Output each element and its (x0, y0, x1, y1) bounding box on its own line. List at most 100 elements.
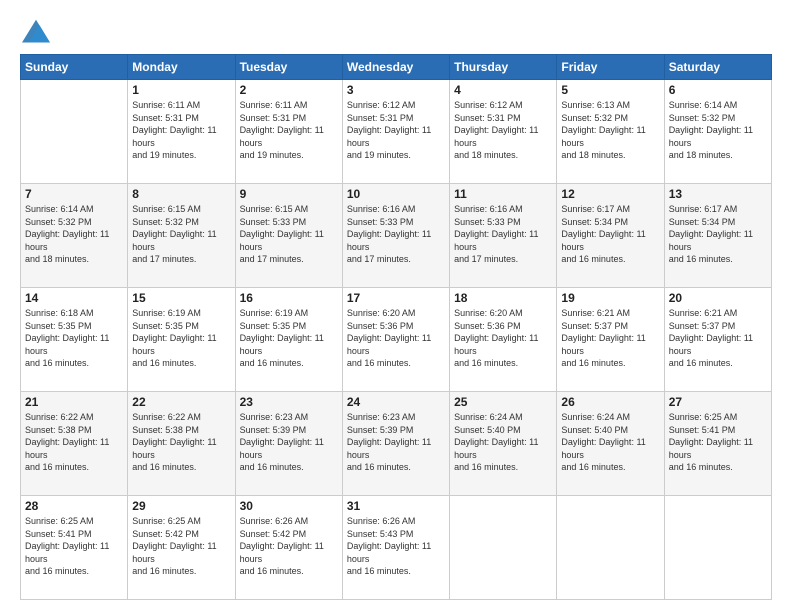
day-number: 5 (561, 83, 659, 97)
calendar-header-wednesday: Wednesday (342, 55, 449, 80)
logo (20, 18, 56, 46)
calendar-header-friday: Friday (557, 55, 664, 80)
day-number: 17 (347, 291, 445, 305)
day-number: 28 (25, 499, 123, 513)
day-info: Sunrise: 6:11 AMSunset: 5:31 PMDaylight:… (132, 99, 230, 162)
calendar-cell: 10 Sunrise: 6:16 AMSunset: 5:33 PMDayligh… (342, 184, 449, 288)
day-number: 25 (454, 395, 552, 409)
day-info: Sunrise: 6:17 AMSunset: 5:34 PMDaylight:… (669, 203, 767, 266)
day-number: 24 (347, 395, 445, 409)
calendar-cell: 1 Sunrise: 6:11 AMSunset: 5:31 PMDaylight… (128, 80, 235, 184)
day-info: Sunrise: 6:24 AMSunset: 5:40 PMDaylight:… (454, 411, 552, 474)
day-number: 14 (25, 291, 123, 305)
calendar-cell: 2 Sunrise: 6:11 AMSunset: 5:31 PMDaylight… (235, 80, 342, 184)
calendar-cell: 14 Sunrise: 6:18 AMSunset: 5:35 PMDayligh… (21, 288, 128, 392)
day-info: Sunrise: 6:19 AMSunset: 5:35 PMDaylight:… (240, 307, 338, 370)
day-info: Sunrise: 6:25 AMSunset: 5:41 PMDaylight:… (669, 411, 767, 474)
calendar-table: SundayMondayTuesdayWednesdayThursdayFrid… (20, 54, 772, 600)
calendar-cell (664, 496, 771, 600)
calendar-cell: 17 Sunrise: 6:20 AMSunset: 5:36 PMDayligh… (342, 288, 449, 392)
calendar-week-1: 7Sunrise: 6:14 AMSunset: 5:32 PMDaylight… (21, 184, 772, 288)
day-number: 21 (25, 395, 123, 409)
day-number: 30 (240, 499, 338, 513)
calendar-cell: 27Sunrise: 6:25 AMSunset: 5:41 PMDayligh… (664, 392, 771, 496)
calendar-cell: 19 Sunrise: 6:21 AMSunset: 5:37 PMDayligh… (557, 288, 664, 392)
calendar-cell: 18 Sunrise: 6:20 AMSunset: 5:36 PMDayligh… (450, 288, 557, 392)
calendar-cell: 29 Sunrise: 6:25 AMSunset: 5:42 PMDayligh… (128, 496, 235, 600)
day-number: 13 (669, 187, 767, 201)
calendar-header-sunday: Sunday (21, 55, 128, 80)
calendar-week-4: 28Sunrise: 6:25 AMSunset: 5:41 PMDayligh… (21, 496, 772, 600)
calendar-cell: 11 Sunrise: 6:16 AMSunset: 5:33 PMDayligh… (450, 184, 557, 288)
day-info: Sunrise: 6:21 AMSunset: 5:37 PMDaylight:… (561, 307, 659, 370)
day-info: Sunrise: 6:18 AMSunset: 5:35 PMDaylight:… (25, 307, 123, 370)
day-info: Sunrise: 6:22 AMSunset: 5:38 PMDaylight:… (132, 411, 230, 474)
day-info: Sunrise: 6:17 AMSunset: 5:34 PMDaylight:… (561, 203, 659, 266)
day-number: 4 (454, 83, 552, 97)
day-info: Sunrise: 6:12 AMSunset: 5:31 PMDaylight:… (454, 99, 552, 162)
day-number: 12 (561, 187, 659, 201)
calendar-cell: 15Sunrise: 6:19 AMSunset: 5:35 PMDayligh… (128, 288, 235, 392)
day-number: 2 (240, 83, 338, 97)
day-info: Sunrise: 6:21 AMSunset: 5:37 PMDaylight:… (669, 307, 767, 370)
day-info: Sunrise: 6:14 AMSunset: 5:32 PMDaylight:… (669, 99, 767, 162)
day-info: Sunrise: 6:15 AMSunset: 5:33 PMDaylight:… (240, 203, 338, 266)
day-info: Sunrise: 6:20 AMSunset: 5:36 PMDaylight:… (454, 307, 552, 370)
day-info: Sunrise: 6:16 AMSunset: 5:33 PMDaylight:… (347, 203, 445, 266)
calendar-header-monday: Monday (128, 55, 235, 80)
day-number: 19 (561, 291, 659, 305)
day-number: 29 (132, 499, 230, 513)
day-info: Sunrise: 6:19 AMSunset: 5:35 PMDaylight:… (132, 307, 230, 370)
calendar-cell: 30 Sunrise: 6:26 AMSunset: 5:42 PMDayligh… (235, 496, 342, 600)
day-number: 8 (132, 187, 230, 201)
day-info: Sunrise: 6:12 AMSunset: 5:31 PMDaylight:… (347, 99, 445, 162)
logo-icon (20, 18, 52, 46)
calendar-cell: 23 Sunrise: 6:23 AMSunset: 5:39 PMDayligh… (235, 392, 342, 496)
day-info: Sunrise: 6:22 AMSunset: 5:38 PMDaylight:… (25, 411, 123, 474)
day-info: Sunrise: 6:15 AMSunset: 5:32 PMDaylight:… (132, 203, 230, 266)
day-info: Sunrise: 6:23 AMSunset: 5:39 PMDaylight:… (347, 411, 445, 474)
calendar-cell: 7Sunrise: 6:14 AMSunset: 5:32 PMDaylight… (21, 184, 128, 288)
day-number: 26 (561, 395, 659, 409)
day-number: 20 (669, 291, 767, 305)
day-number: 11 (454, 187, 552, 201)
day-number: 9 (240, 187, 338, 201)
day-info: Sunrise: 6:26 AMSunset: 5:42 PMDaylight:… (240, 515, 338, 578)
day-info: Sunrise: 6:26 AMSunset: 5:43 PMDaylight:… (347, 515, 445, 578)
day-info: Sunrise: 6:11 AMSunset: 5:31 PMDaylight:… (240, 99, 338, 162)
day-number: 6 (669, 83, 767, 97)
day-number: 10 (347, 187, 445, 201)
day-number: 1 (132, 83, 230, 97)
calendar-cell: 21 Sunrise: 6:22 AMSunset: 5:38 PMDayligh… (21, 392, 128, 496)
calendar-cell: 28Sunrise: 6:25 AMSunset: 5:41 PMDayligh… (21, 496, 128, 600)
calendar-cell: 16Sunrise: 6:19 AMSunset: 5:35 PMDayligh… (235, 288, 342, 392)
calendar-header-row: SundayMondayTuesdayWednesdayThursdayFrid… (21, 55, 772, 80)
day-info: Sunrise: 6:23 AMSunset: 5:39 PMDaylight:… (240, 411, 338, 474)
day-number: 31 (347, 499, 445, 513)
day-number: 18 (454, 291, 552, 305)
calendar-week-0: 1 Sunrise: 6:11 AMSunset: 5:31 PMDaylight… (21, 80, 772, 184)
header (20, 18, 772, 46)
calendar-cell (557, 496, 664, 600)
day-info: Sunrise: 6:13 AMSunset: 5:32 PMDaylight:… (561, 99, 659, 162)
calendar-week-2: 14 Sunrise: 6:18 AMSunset: 5:35 PMDayligh… (21, 288, 772, 392)
calendar-header-saturday: Saturday (664, 55, 771, 80)
calendar-cell: 3Sunrise: 6:12 AMSunset: 5:31 PMDaylight… (342, 80, 449, 184)
calendar-cell: 31 Sunrise: 6:26 AMSunset: 5:43 PMDayligh… (342, 496, 449, 600)
day-info: Sunrise: 6:20 AMSunset: 5:36 PMDaylight:… (347, 307, 445, 370)
day-info: Sunrise: 6:25 AMSunset: 5:42 PMDaylight:… (132, 515, 230, 578)
day-number: 22 (132, 395, 230, 409)
calendar-cell: 4 Sunrise: 6:12 AMSunset: 5:31 PMDaylight… (450, 80, 557, 184)
calendar-cell: 25 Sunrise: 6:24 AMSunset: 5:40 PMDayligh… (450, 392, 557, 496)
day-number: 23 (240, 395, 338, 409)
calendar-cell: 6 Sunrise: 6:14 AMSunset: 5:32 PMDaylight… (664, 80, 771, 184)
page: SundayMondayTuesdayWednesdayThursdayFrid… (0, 0, 792, 612)
calendar-cell: 22 Sunrise: 6:22 AMSunset: 5:38 PMDayligh… (128, 392, 235, 496)
calendar-cell: 26Sunrise: 6:24 AMSunset: 5:40 PMDayligh… (557, 392, 664, 496)
calendar-cell: 8 Sunrise: 6:15 AMSunset: 5:32 PMDaylight… (128, 184, 235, 288)
calendar-cell: 13 Sunrise: 6:17 AMSunset: 5:34 PMDayligh… (664, 184, 771, 288)
day-info: Sunrise: 6:16 AMSunset: 5:33 PMDaylight:… (454, 203, 552, 266)
calendar-cell: 20 Sunrise: 6:21 AMSunset: 5:37 PMDayligh… (664, 288, 771, 392)
calendar-header-thursday: Thursday (450, 55, 557, 80)
day-number: 7 (25, 187, 123, 201)
